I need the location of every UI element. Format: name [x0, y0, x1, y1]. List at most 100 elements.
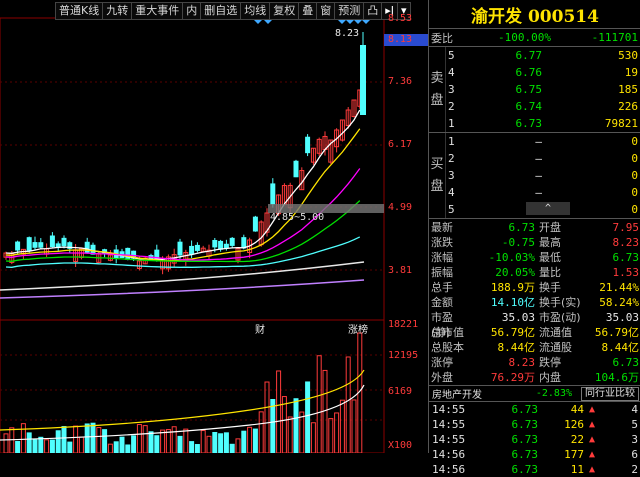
- quote-key: 换手(实): [539, 296, 581, 309]
- toolbar-moving-average[interactable]: 均线: [241, 3, 271, 19]
- toolbar-adjust[interactable]: 复权: [270, 3, 300, 19]
- range-label: 4.85~5.00: [270, 212, 325, 223]
- quote-key: 外盘: [431, 371, 453, 384]
- candle: [49, 235, 55, 248]
- volume-axis-2: 12195: [388, 350, 419, 361]
- compare-industry-button[interactable]: 同行业比较: [581, 386, 639, 401]
- toolbar-inner[interactable]: 内: [183, 3, 202, 19]
- quote-key: 流通值: [539, 326, 572, 339]
- sell-book: 卖 盘 5 6.77 530 4 6.76 19 3 6.75 185 2 6.74 226 1…: [429, 47, 640, 133]
- volume-bar: [229, 443, 235, 453]
- volume-bar: [3, 433, 9, 453]
- webi-diff: -111701: [591, 31, 638, 44]
- tick-price: 6.73: [511, 403, 539, 416]
- volume-bar: [316, 355, 322, 453]
- kline-chart-area[interactable]: 普通K线 九转 重大事件 内 删自选 均线 复权 叠 窗 预测 凸 ▸ǀ ▾ 8…: [0, 0, 428, 453]
- sell-row-5[interactable]: 5 6.77 530: [446, 47, 640, 64]
- tick-price: 6.73: [511, 463, 539, 476]
- toolbar-remove-watchlist[interactable]: 删自选: [201, 3, 242, 19]
- candle: [218, 240, 224, 250]
- quote-row: 涨停 8.23 跌停 6.73: [429, 355, 640, 370]
- quote-key: 总股本: [431, 341, 464, 354]
- sell-row-2[interactable]: 2 6.74 226: [446, 98, 640, 115]
- sector-name[interactable]: 房地产开发: [429, 386, 522, 401]
- tick-list[interactable]: 14:55 6.73 44 ▲ 4 14:55 6.73 126 ▲ 5 14:55 6.73 22…: [429, 402, 640, 477]
- quote-value: 14.10亿: [490, 296, 535, 309]
- volume-bar: [339, 399, 345, 453]
- volume-bar: [177, 435, 183, 453]
- level: 2: [448, 100, 455, 113]
- volume-bar: [142, 425, 148, 453]
- toolbar-major-events[interactable]: 重大事件: [132, 3, 184, 19]
- quote-key: 换手: [539, 281, 561, 294]
- toolbar-extra[interactable]: 凸: [364, 3, 383, 19]
- stock-title: 渝开发 000514: [429, 0, 640, 29]
- kline-chart[interactable]: [0, 0, 428, 453]
- volume-bar: [44, 439, 50, 453]
- tick-price: 6.73: [511, 448, 539, 461]
- quote-value: 21.44%: [599, 281, 639, 294]
- toolbar-forecast[interactable]: 预测: [335, 3, 365, 19]
- sell-row-1[interactable]: 1 6.73 79821: [446, 115, 640, 132]
- tick-row: 14:56 6.73 177 ▲ 6: [429, 447, 640, 462]
- buy-row-4[interactable]: 4 – 0: [446, 184, 640, 201]
- volume: 0: [631, 169, 638, 182]
- quote-value: 8.44亿: [601, 341, 640, 354]
- up-arrow-icon: ▲: [588, 419, 596, 430]
- volume-bar: [218, 433, 224, 453]
- candle: [125, 247, 131, 260]
- volume-bar: [171, 426, 177, 453]
- tick-volume: 22: [570, 433, 584, 446]
- quote-row: 振幅 20.05% 量比 1.53: [429, 265, 640, 280]
- tick-time: 14:55: [432, 418, 466, 431]
- quote-key: 最低: [539, 251, 561, 264]
- tick-time: 14:55: [432, 433, 466, 446]
- volume-bar: [107, 443, 113, 453]
- level: 3: [448, 169, 455, 182]
- candle: [189, 245, 195, 255]
- quote-key: 最新: [431, 221, 453, 234]
- volume-bar: [287, 416, 293, 453]
- tick-volume: 177: [564, 448, 584, 461]
- volume-bar: [212, 431, 218, 453]
- quote-key: 金额: [431, 296, 453, 309]
- buy-label-char-1: 买: [430, 156, 444, 172]
- tick-count: 4: [631, 403, 638, 416]
- quote-value: 6.73: [612, 251, 640, 264]
- volume: 19: [624, 66, 638, 79]
- collapse-caret-icon[interactable]: ^: [526, 202, 570, 215]
- toolbar-overlay[interactable]: 叠: [299, 3, 318, 19]
- volume-bar: [113, 441, 119, 453]
- volume: 0: [631, 135, 638, 148]
- toolbar-kline-type[interactable]: 普通K线: [56, 3, 104, 19]
- chart-toolbar: 普通K线 九转 重大事件 内 删自选 均线 复权 叠 窗 预测 凸 ▸ǀ ▾: [55, 2, 411, 20]
- buy-row-3[interactable]: 3 – 0: [446, 167, 640, 184]
- toolbar-window[interactable]: 窗: [317, 3, 336, 19]
- toolbar-nine-turn[interactable]: 九转: [103, 3, 133, 19]
- price: 6.77: [515, 49, 543, 62]
- volume-bar: [9, 427, 15, 453]
- buy-row-1[interactable]: 1 – 0: [446, 133, 640, 150]
- quote-key: 内盘: [539, 371, 561, 384]
- sell-row-4[interactable]: 4 6.76 19: [446, 64, 640, 81]
- price: 6.73: [515, 117, 543, 130]
- volume-bar: [49, 439, 55, 453]
- quote-key: 总手: [431, 281, 453, 294]
- candle: [194, 244, 200, 251]
- tick-count: 6: [631, 448, 638, 461]
- quote-row: 涨幅 -10.03% 最低 6.73: [429, 250, 640, 265]
- volume-bar: [328, 418, 334, 453]
- buy-row-2[interactable]: 2 – 0: [446, 150, 640, 167]
- quote-value: 35.03: [605, 311, 639, 324]
- tick-volume: 11: [570, 463, 584, 476]
- quote-key: 振幅: [431, 266, 453, 279]
- quote-row: 市盈(静) 35.03 市盈(动) 35.03: [429, 310, 640, 339]
- price: 6.75: [515, 83, 543, 96]
- sell-row-3[interactable]: 3 6.75 185: [446, 81, 640, 98]
- candle: [360, 45, 366, 115]
- price: 6.74: [515, 100, 543, 113]
- volume-bar: [136, 424, 142, 453]
- candle: [61, 237, 67, 247]
- buy-row-5[interactable]: 5–0 ^: [446, 201, 640, 218]
- volume-bar: [78, 436, 84, 453]
